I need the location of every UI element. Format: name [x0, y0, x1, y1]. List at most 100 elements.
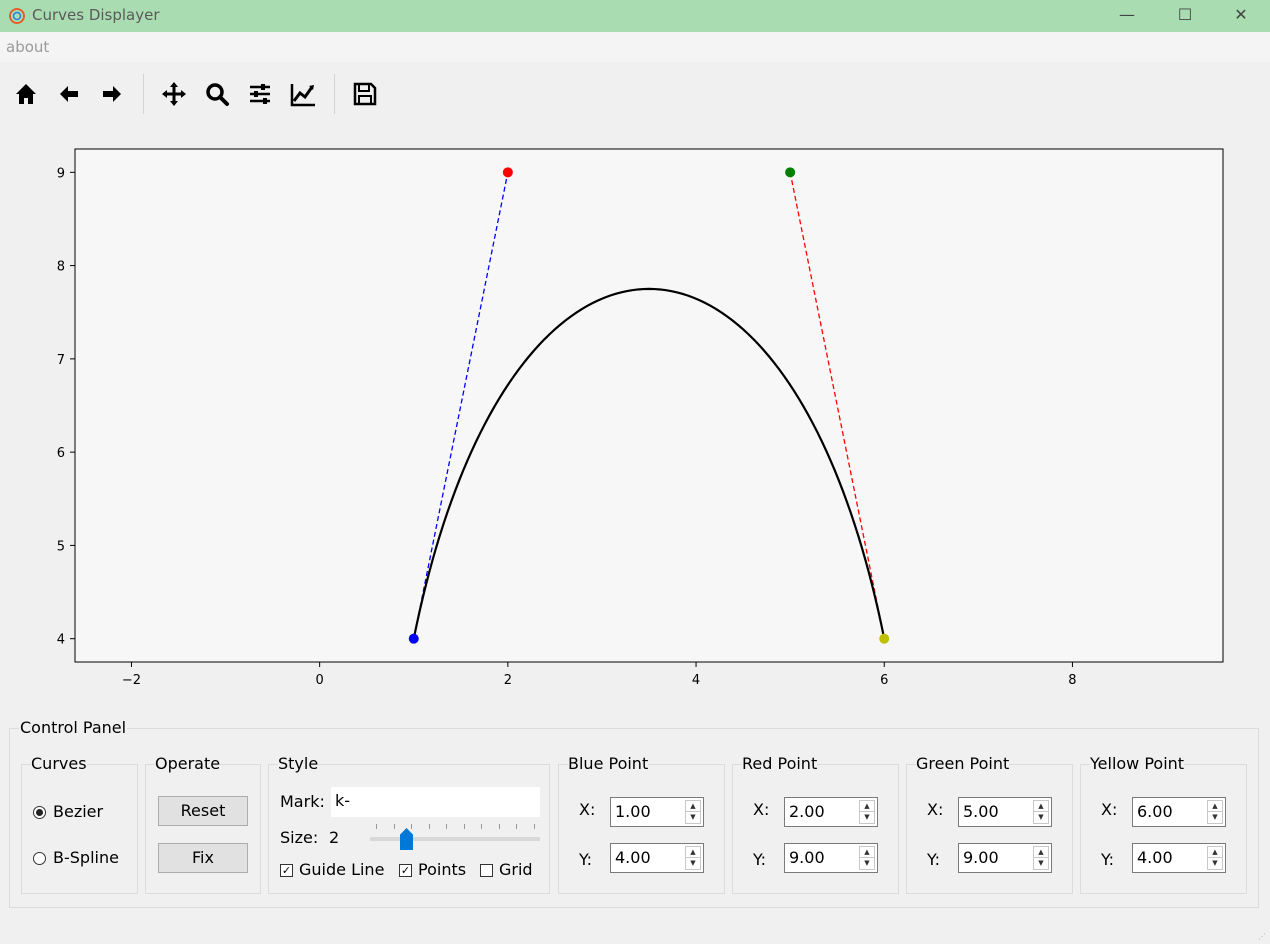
grid-label[interactable]: Grid [499, 860, 533, 879]
close-icon[interactable]: ✕ [1212, 0, 1270, 32]
blue-point-group [558, 764, 725, 894]
x-tick-label: 4 [692, 673, 700, 688]
spin-down-icon[interactable]: ▼ [1034, 812, 1048, 823]
grid-checkbox[interactable] [480, 864, 493, 877]
blue-y-value[interactable]: 4.00 [615, 848, 651, 867]
control-point[interactable] [502, 167, 513, 178]
blue-x-label: X: [579, 800, 596, 819]
spin-down-icon[interactable]: ▼ [860, 812, 874, 823]
control-panel-title: Control Panel [19, 718, 128, 737]
yellow-y-value[interactable]: 4.00 [1137, 848, 1173, 867]
red-x-value[interactable]: 2.00 [789, 802, 825, 821]
size-label: Size: [280, 828, 319, 847]
spin-up-icon[interactable]: ▲ [686, 801, 700, 812]
configure-subplots-icon[interactable] [244, 78, 276, 110]
x-tick-label: 6 [880, 673, 888, 688]
menu-bar: about [0, 32, 1270, 62]
home-icon[interactable] [10, 78, 42, 110]
green-x-value[interactable]: 5.00 [963, 802, 999, 821]
save-icon[interactable] [349, 78, 381, 110]
points-label[interactable]: Points [418, 860, 466, 879]
blue-y-label: Y: [579, 850, 593, 869]
spin-arrows[interactable]: ▲ ▼ [1033, 800, 1049, 824]
blue-x-spinbox[interactable]: 1.00 ▲ ▼ [610, 797, 704, 827]
size-value: 2 [329, 828, 340, 847]
toolbar-separator [334, 74, 335, 114]
blue-x-value[interactable]: 1.00 [615, 802, 651, 821]
slider-tick [516, 824, 517, 829]
x-tick-label: 8 [1068, 673, 1076, 688]
maximize-icon[interactable]: ☐ [1156, 0, 1214, 32]
zoom-icon[interactable] [201, 78, 233, 110]
spin-down-icon[interactable]: ▼ [686, 858, 700, 869]
mark-input[interactable]: k- [331, 787, 540, 817]
yellow-x-value[interactable]: 6.00 [1137, 802, 1173, 821]
red-point-group [732, 764, 899, 894]
spin-down-icon[interactable]: ▼ [860, 858, 874, 869]
control-point[interactable] [879, 633, 890, 644]
edit-axis-icon[interactable] [287, 78, 319, 110]
reset-button[interactable]: Reset [158, 796, 248, 826]
spin-up-icon[interactable]: ▲ [1208, 847, 1222, 858]
green-x-spinbox[interactable]: 5.00 ▲ ▼ [958, 797, 1052, 827]
red-x-spinbox[interactable]: 2.00 ▲ ▼ [784, 797, 878, 827]
operate-group [145, 764, 261, 894]
red-y-spinbox[interactable]: 9.00 ▲ ▼ [784, 843, 878, 873]
spin-up-icon[interactable]: ▲ [860, 847, 874, 858]
curves-group [21, 764, 138, 894]
bspline-radio[interactable] [33, 852, 46, 865]
spin-up-icon[interactable]: ▲ [686, 847, 700, 858]
back-arrow-icon[interactable] [53, 78, 85, 110]
app-icon [9, 8, 25, 24]
slider-tick [463, 824, 465, 829]
fix-button[interactable]: Fix [158, 843, 248, 873]
slider-tick [498, 824, 500, 829]
guide-line-label[interactable]: Guide Line [299, 860, 384, 879]
yellow-point-group [1080, 764, 1247, 894]
x-tick-label: 2 [504, 673, 512, 688]
spin-arrows[interactable]: ▲ ▼ [859, 846, 875, 870]
bspline-radio-label[interactable]: B-Spline [53, 848, 119, 867]
green-y-value[interactable]: 9.00 [963, 848, 999, 867]
spin-down-icon[interactable]: ▼ [686, 812, 700, 823]
spin-down-icon[interactable]: ▼ [1034, 858, 1048, 869]
style-group-title: Style [278, 754, 319, 773]
spin-up-icon[interactable]: ▲ [1034, 801, 1048, 812]
red-y-value[interactable]: 9.00 [789, 848, 825, 867]
curve-plot[interactable]: −2 0 2 4 6 8 4 5 6 7 8 9 [0, 128, 1270, 698]
bezier-radio[interactable] [33, 806, 46, 819]
spin-up-icon[interactable]: ▲ [1034, 847, 1048, 858]
y-tick-label: 8 [57, 260, 65, 275]
pan-icon[interactable] [158, 78, 190, 110]
bezier-radio-label[interactable]: Bezier [53, 802, 103, 821]
menu-about[interactable]: about [6, 38, 49, 56]
spin-arrows[interactable]: ▲ ▼ [1033, 846, 1049, 870]
spin-arrows[interactable]: ▲ ▼ [685, 800, 701, 824]
spin-down-icon[interactable]: ▼ [1208, 812, 1222, 823]
points-checkbox[interactable]: ✓ [399, 864, 412, 877]
size-slider-track[interactable] [370, 837, 540, 841]
title-bar: Curves Displayer — ☐ ✕ [0, 0, 1270, 32]
spin-arrows[interactable]: ▲ ▼ [1207, 800, 1223, 824]
green-x-label: X: [927, 800, 944, 819]
forward-arrow-icon[interactable] [96, 78, 128, 110]
resize-grip-icon[interactable]: ⋰ [1258, 932, 1268, 942]
operate-group-title: Operate [155, 754, 221, 773]
spin-arrows[interactable]: ▲ ▼ [859, 800, 875, 824]
spin-arrows[interactable]: ▲ ▼ [1207, 846, 1223, 870]
slider-tick [393, 824, 395, 829]
control-point[interactable] [408, 633, 419, 644]
minimize-icon[interactable]: — [1098, 0, 1156, 32]
yellow-y-spinbox[interactable]: 4.00 ▲ ▼ [1132, 843, 1226, 873]
spin-down-icon[interactable]: ▼ [1208, 858, 1222, 869]
blue-y-spinbox[interactable]: 4.00 ▲ ▼ [610, 843, 704, 873]
spin-up-icon[interactable]: ▲ [1208, 801, 1222, 812]
spin-up-icon[interactable]: ▲ [860, 801, 874, 812]
control-point[interactable] [785, 167, 796, 178]
spin-arrows[interactable]: ▲ ▼ [685, 846, 701, 870]
window-title: Curves Displayer [32, 6, 160, 24]
guide-line-checkbox[interactable]: ✓ [280, 864, 293, 877]
slider-tick [533, 824, 535, 829]
yellow-x-spinbox[interactable]: 6.00 ▲ ▼ [1132, 797, 1226, 827]
green-y-spinbox[interactable]: 9.00 ▲ ▼ [958, 843, 1052, 873]
